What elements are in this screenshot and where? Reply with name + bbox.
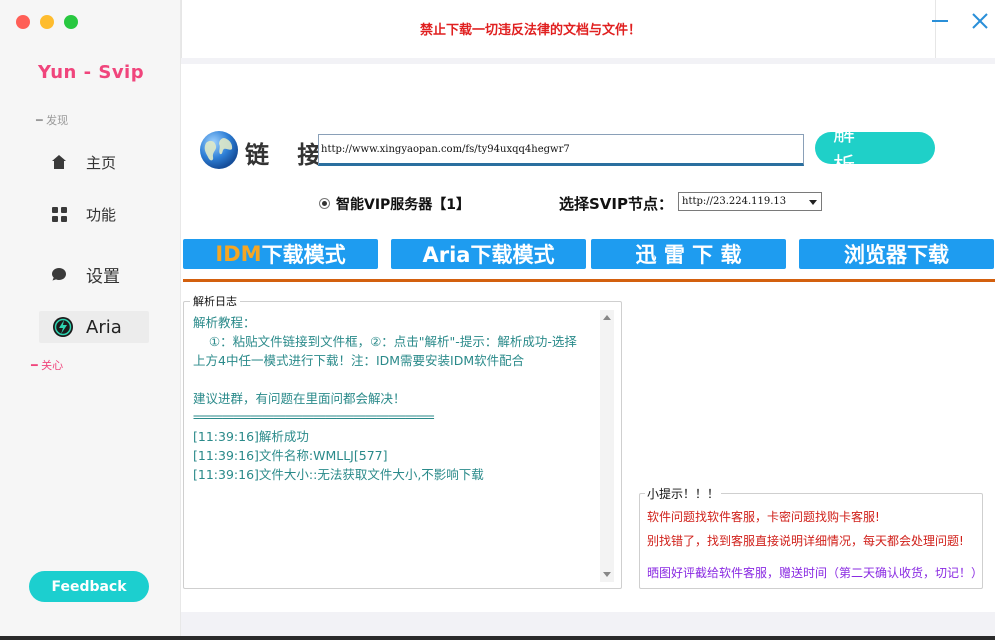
divider: [183, 279, 995, 282]
aria-logo-icon: [52, 316, 74, 338]
log-line: [11:39:16]解析成功: [193, 429, 309, 444]
section-care-label: ━ 关心: [31, 359, 64, 372]
tip-line: 别找错了，找到客服直接说明详细情况，每天都会处理问题!: [647, 534, 964, 548]
sidebar-item-features[interactable]: 功能: [48, 199, 116, 229]
vip-server-label: 智能VIP服务器【1】: [336, 197, 471, 213]
parse-log-content[interactable]: 解析教程： ①：粘贴文件链接到文件框，②：点击"解析"-提示：解析成功-选择 上…: [193, 313, 595, 484]
idm-download-button[interactable]: IDM 下载模式: [183, 239, 378, 269]
legal-warning: 禁止下载一切违反法律的文档与文件！: [420, 22, 642, 37]
close-window-button[interactable]: [16, 15, 30, 29]
aria-download-button[interactable]: Aria下载模式: [391, 239, 586, 269]
parse-button[interactable]: 解 析: [815, 122, 935, 179]
globe-icon: [198, 129, 240, 171]
log-line: ========================================…: [193, 410, 435, 424]
sidebar-item-aria[interactable]: Aria: [39, 311, 149, 343]
window-bottom-edge: [0, 636, 995, 640]
log-scrollbar[interactable]: [600, 310, 614, 582]
log-line: 上方4中任一模式进行下载！注：IDM需要安装IDM软件配合: [193, 353, 525, 368]
svip-node-value: http://23.224.119.13: [682, 196, 787, 207]
browser-download-button[interactable]: 浏览器下载: [799, 239, 994, 269]
log-line: [11:39:16]文件名称:WMLLJ[577]: [193, 448, 388, 463]
sidebar-item-settings[interactable]: 设置: [48, 259, 120, 289]
idm-label-prefix: IDM: [215, 242, 262, 266]
sidebar-item-label: Aria: [86, 316, 122, 338]
sidebar-item-label: 主页: [86, 153, 117, 172]
log-line: [11:39:16]文件大小::无法获取文件大小,不影响下载: [193, 467, 484, 482]
sidebar-item-label: 功能: [86, 205, 117, 224]
chat-bubble-icon: [48, 263, 70, 285]
divider: [181, 0, 182, 58]
home-icon: [48, 151, 70, 173]
tip-line: 晒图好评截给软件客服，赠送时间（第二天确认收货，切记！）: [647, 566, 977, 580]
minimize-window-button[interactable]: [40, 15, 54, 29]
log-line: 建议进群，有问题在里面问都会解决！: [193, 391, 406, 406]
sidebar-item-label: 设置: [86, 266, 120, 287]
maximize-window-button[interactable]: [64, 15, 78, 29]
url-input[interactable]: http://www.xingyaopan.com/fs/ty94uxqq4he…: [318, 134, 804, 166]
svip-node-label: 选择SVIP节点：: [559, 195, 673, 213]
svip-node-select[interactable]: http://23.224.119.13: [678, 192, 822, 211]
log-line: 解析教程：: [193, 315, 256, 330]
app-brand: Yun - Svip: [38, 62, 145, 83]
feedback-button[interactable]: Feedback: [29, 571, 149, 602]
minimize-icon[interactable]: [931, 12, 949, 30]
scroll-up-icon[interactable]: [603, 315, 611, 320]
vip-server-radio[interactable]: [319, 198, 330, 209]
idm-label-suffix: 下载模式: [261, 243, 346, 267]
thunder-download-button[interactable]: 迅 雷 下 载: [591, 239, 786, 269]
sidebar: Yun - Svip ━ 发现 主页 功能 设置 Aria ━ 关心 Feedb…: [0, 0, 181, 640]
log-line: ①：粘贴文件链接到文件框，②：点击"解析"-提示：解析成功-选择: [193, 334, 577, 349]
close-icon[interactable]: [971, 12, 989, 30]
scroll-down-icon[interactable]: [603, 572, 611, 577]
sidebar-item-home[interactable]: 主页: [48, 147, 116, 177]
section-discover-label: ━ 发现: [36, 114, 69, 127]
tip-line: 软件问题找软件客服，卡密问题找购卡客服!: [647, 510, 880, 524]
tips-title: 小提示！！！: [645, 485, 722, 502]
grid-icon: [48, 203, 70, 225]
parse-log-title: 解析日志: [190, 293, 240, 309]
chevron-down-icon: [809, 200, 817, 205]
